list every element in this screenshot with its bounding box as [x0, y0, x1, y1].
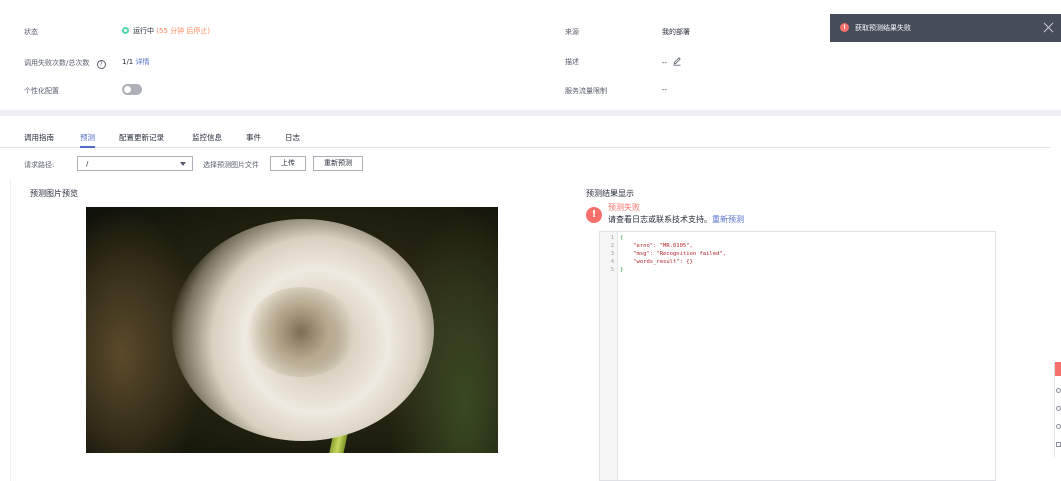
help-icon[interactable]: [1056, 388, 1061, 393]
result-title: 预测结果显示: [586, 189, 634, 198]
error-icon: !: [840, 23, 849, 32]
fail-count-label-text: 调用失败次数/总次数: [24, 59, 90, 67]
request-path-value: /: [86, 160, 89, 168]
error-icon: !: [586, 207, 602, 223]
service-icon[interactable]: [1056, 424, 1061, 429]
status-value-group: 运行中 (55 分钟 后停止): [122, 26, 210, 36]
edit-icon[interactable]: [1056, 406, 1061, 411]
divider: [10, 178, 11, 481]
prediction-fail-description: 请查看日志或联系技术支持。重新预测: [608, 214, 744, 225]
code-line: "msg": "Recognition failed",: [620, 251, 726, 257]
upload-button[interactable]: 上传: [270, 156, 306, 171]
feedback-icon[interactable]: [1055, 362, 1061, 376]
tab-predict[interactable]: 预测: [80, 132, 95, 148]
toast-message: 获取预测结果失败: [855, 24, 911, 32]
personal-config-toggle[interactable]: [122, 84, 142, 95]
description-value: --: [662, 59, 668, 67]
tab-logs[interactable]: 日志: [285, 132, 300, 143]
chevron-down-icon: [180, 162, 186, 166]
fail-count-value-group: 1/1 详情: [122, 57, 150, 67]
preview-image: [86, 207, 498, 453]
tab-events[interactable]: 事件: [246, 132, 261, 143]
status-label: 状态: [24, 28, 38, 36]
line-number: 4: [610, 259, 614, 265]
floating-toolbar: [1054, 362, 1061, 457]
file-select-label: 选择预测图片文件: [203, 161, 259, 169]
prediction-fail-text: 请查看日志或联系技术支持。: [608, 215, 712, 224]
repredict-button[interactable]: 重新预测: [313, 156, 363, 171]
source-value: 我的部署: [662, 28, 690, 36]
code-line: "erno": "MR.0105",: [620, 243, 693, 249]
preview-title: 预测图片预览: [30, 189, 78, 198]
repredict-link[interactable]: 重新预测: [712, 215, 744, 224]
status-note: (55 分钟 后停止): [156, 27, 211, 35]
line-number: 2: [610, 243, 614, 249]
help-icon[interactable]: ?: [96, 60, 106, 69]
dandelion-core: [246, 287, 356, 377]
tab-bar: 调用指南 预测 配置更新记录 监控信息 事件 日志: [0, 126, 1050, 148]
edit-icon[interactable]: [672, 56, 682, 66]
request-path-select[interactable]: /: [77, 156, 193, 171]
code-line: {: [620, 235, 624, 241]
app-root: 状态 运行中 (55 分钟 后停止) 调用失败次数/总次数 ? 1/1 详情 个…: [0, 0, 1061, 481]
result-code-editor[interactable]: 1 2 3 4 5 { "erno": "MR.0105", "msg": "R…: [599, 231, 996, 481]
line-number-gutter: 1 2 3 4 5: [600, 232, 618, 480]
line-number: 5: [610, 267, 614, 273]
running-status-icon: [122, 27, 129, 34]
personal-config-label: 个性化配置: [24, 87, 59, 95]
traffic-limit-label: 服务流量限制: [565, 87, 607, 95]
fail-details-link[interactable]: 详情: [136, 58, 150, 66]
status-value: 运行中: [133, 27, 154, 35]
code-line: "words_result": {}: [620, 259, 693, 265]
error-toast: ! 获取预测结果失败: [830, 14, 1061, 42]
traffic-limit-value: --: [662, 86, 668, 94]
prediction-fail-title: 预测失败: [608, 203, 640, 212]
line-number: 3: [610, 251, 614, 257]
fail-count-label: 调用失败次数/总次数 ?: [24, 58, 106, 69]
tab-monitoring[interactable]: 监控信息: [192, 132, 222, 143]
document-icon[interactable]: [1056, 442, 1061, 447]
fail-count-value: 1/1: [122, 58, 134, 66]
request-path-label: 请求路径:: [24, 161, 55, 169]
line-number: 1: [610, 235, 614, 241]
section-divider: [0, 110, 1061, 116]
description-value-group: --: [662, 56, 682, 67]
source-label: 来源: [565, 28, 579, 36]
close-icon[interactable]: [1043, 21, 1055, 33]
tab-call-guide[interactable]: 调用指南: [24, 132, 54, 143]
description-label: 描述: [565, 58, 579, 66]
code-line: }: [620, 267, 624, 273]
tab-config-history[interactable]: 配置更新记录: [119, 132, 164, 143]
